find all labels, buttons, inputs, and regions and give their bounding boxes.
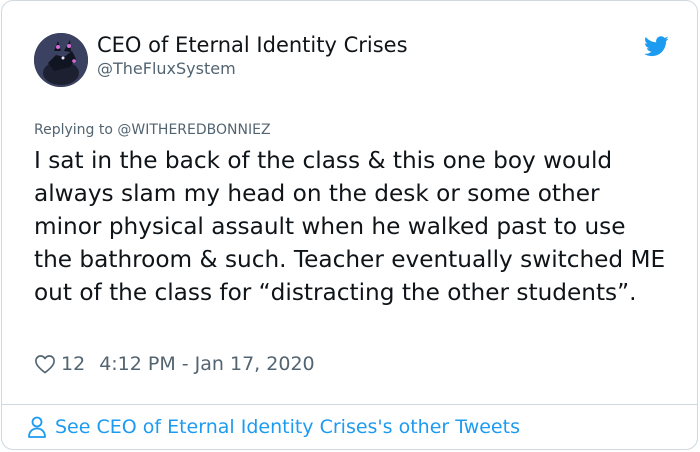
person-icon	[28, 416, 46, 438]
footer-divider	[2, 404, 697, 405]
author-name[interactable]: CEO of Eternal Identity Crises	[97, 33, 408, 57]
author-handle[interactable]: @TheFluxSystem	[97, 59, 236, 78]
avatar[interactable]	[34, 33, 88, 87]
reply-context: Replying to @WITHEREDBONNIEZ	[34, 122, 271, 138]
timestamp[interactable]: 4:12 PM - Jan 17, 2020	[99, 353, 314, 375]
tweet-meta: 12 4:12 PM - Jan 17, 2020	[34, 351, 315, 377]
like-count[interactable]: 12	[61, 353, 85, 375]
heart-outline-icon[interactable]	[34, 354, 56, 374]
reply-mention-link[interactable]: @WITHEREDBONNIEZ	[117, 122, 270, 138]
see-other-tweets-link[interactable]: See CEO of Eternal Identity Crises's oth…	[26, 415, 520, 439]
tweet-card: CEO of Eternal Identity Crises @TheFluxS…	[1, 0, 698, 450]
reply-prefix: Replying to	[34, 122, 113, 138]
twitter-bird-icon[interactable]	[644, 36, 669, 57]
see-other-tweets-label[interactable]: See CEO of Eternal Identity Crises's oth…	[55, 416, 520, 438]
tweet-text: I sat in the back of the class & this on…	[34, 147, 666, 306]
avatar-image	[34, 33, 88, 87]
